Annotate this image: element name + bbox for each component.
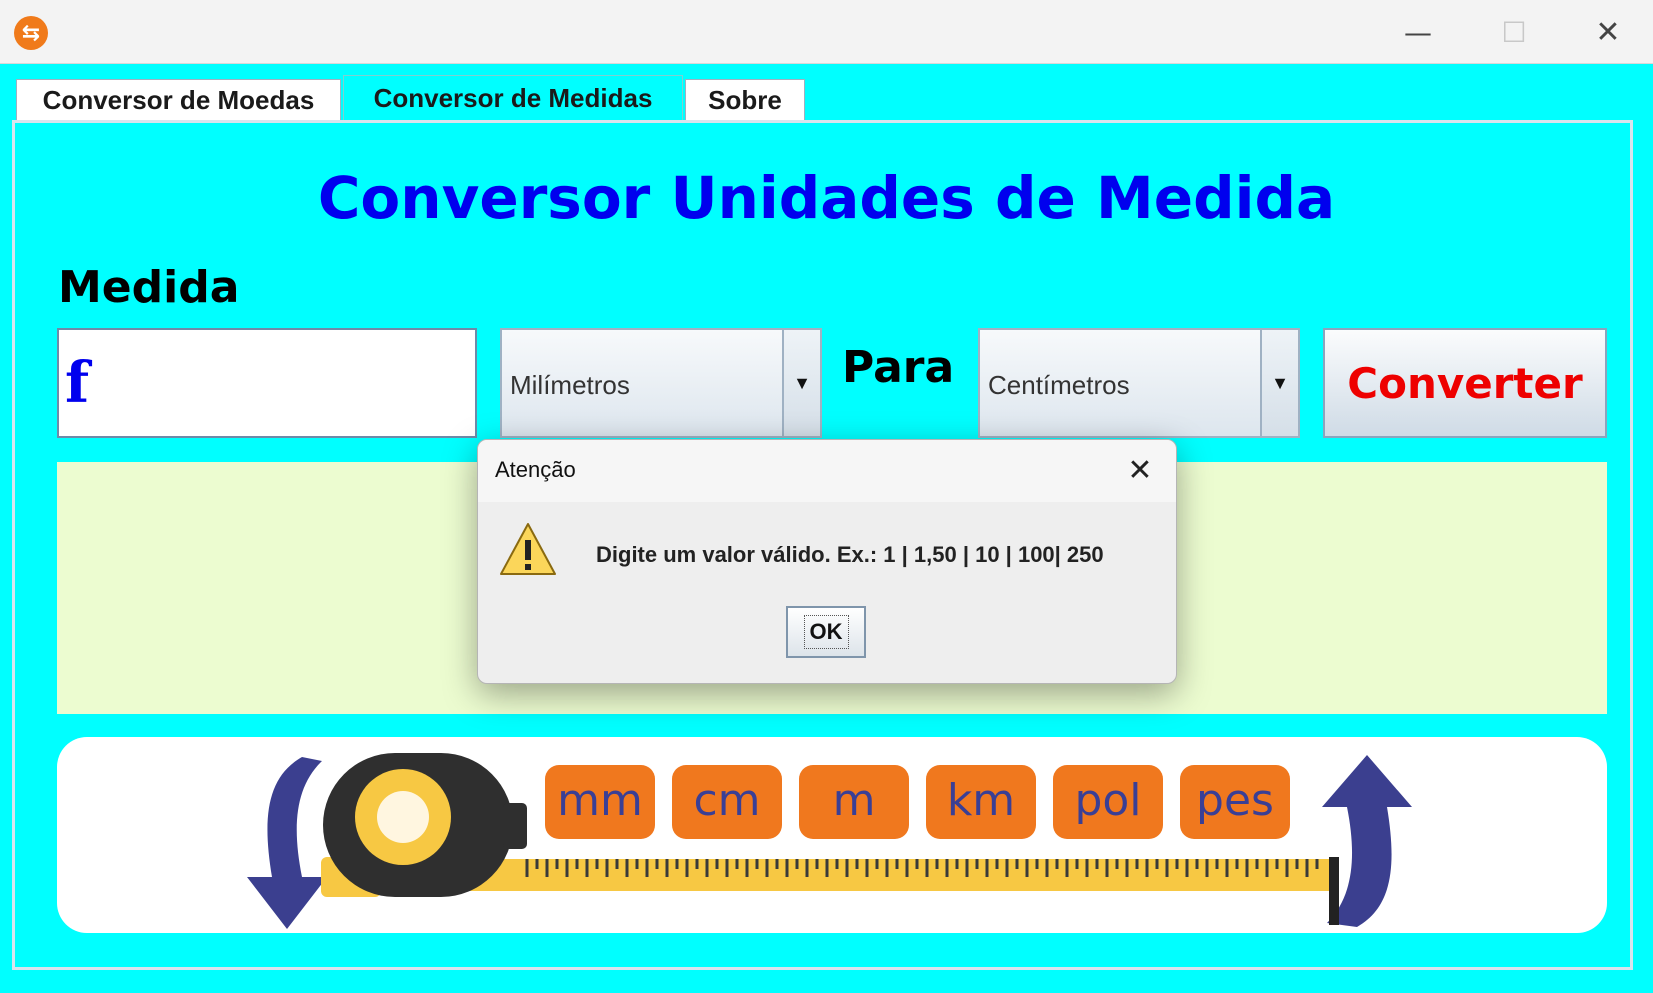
dialog-title: Atenção — [495, 457, 576, 482]
medida-label: Medida — [58, 262, 240, 313]
unit-tile-label: mm — [557, 775, 643, 826]
from-unit-select[interactable]: Milímetros ▼ — [500, 328, 822, 438]
tab-conversor-moedas[interactable]: Conversor de Moedas — [16, 79, 341, 121]
dialog-titlebar: Atenção ✕ — [478, 440, 1176, 502]
unit-tiles: mm cm m km pol pes — [545, 765, 1290, 839]
unit-tile-mm: mm — [545, 765, 655, 839]
window-titlebar: ⇆ — ☐ ✕ — [0, 0, 1653, 64]
para-label: Para — [842, 342, 955, 393]
dialog-close-icon[interactable]: ✕ — [1120, 450, 1160, 490]
unit-tile-pol: pol — [1053, 765, 1163, 839]
value-input[interactable] — [57, 328, 477, 438]
measurement-banner: mm cm m km pol pes — [57, 737, 1607, 933]
tape-end — [1329, 857, 1339, 925]
unit-tile-m: m — [799, 765, 909, 839]
tab-conversor-medidas[interactable]: Conversor de Medidas — [343, 75, 683, 121]
unit-tile-pes: pes — [1180, 765, 1290, 839]
to-unit-select[interactable]: Centímetros ▼ — [978, 328, 1300, 438]
tape-measure-hub — [377, 791, 429, 843]
warning-icon — [500, 523, 556, 575]
window-close-button[interactable]: ✕ — [1576, 10, 1640, 54]
unit-tile-cm: cm — [672, 765, 782, 839]
from-unit-value: Milímetros — [510, 370, 630, 400]
minimize-button[interactable]: — — [1386, 10, 1450, 54]
banner-illustration: mm cm m km pol pes — [247, 753, 1412, 929]
page-title: Conversor Unidades de Medida — [317, 164, 1336, 232]
to-unit-value: Centímetros — [988, 370, 1130, 400]
currency-exchange-icon: ⇆ — [14, 16, 48, 50]
window-body: Conversor de Moedas Conversor de Medidas… — [0, 64, 1653, 993]
unit-tile-label: m — [833, 775, 876, 826]
dialog-message: Digite um valor válido. Ex.: 1 | 1,50 | … — [596, 542, 1104, 567]
tape-measure-tab — [503, 803, 527, 849]
arrow-down-icon — [247, 757, 327, 929]
ok-button-label: OK — [803, 615, 849, 649]
unit-tile-km: km — [926, 765, 1036, 839]
ok-button[interactable]: OK — [786, 606, 866, 658]
maximize-button[interactable]: ☐ — [1482, 10, 1546, 54]
tab-sobre[interactable]: Sobre — [685, 79, 805, 121]
unit-tile-label: pol — [1074, 775, 1141, 826]
chevron-down-icon[interactable]: ▼ — [1260, 330, 1298, 436]
unit-tile-label: cm — [693, 775, 760, 826]
alert-dialog: Atenção ✕ Digite um valor válido. Ex.: 1… — [477, 439, 1177, 684]
unit-tile-label: km — [947, 775, 1015, 826]
convert-button[interactable]: Converter — [1323, 328, 1607, 438]
chevron-down-icon[interactable]: ▼ — [782, 330, 820, 436]
unit-tile-label: pes — [1196, 775, 1274, 826]
